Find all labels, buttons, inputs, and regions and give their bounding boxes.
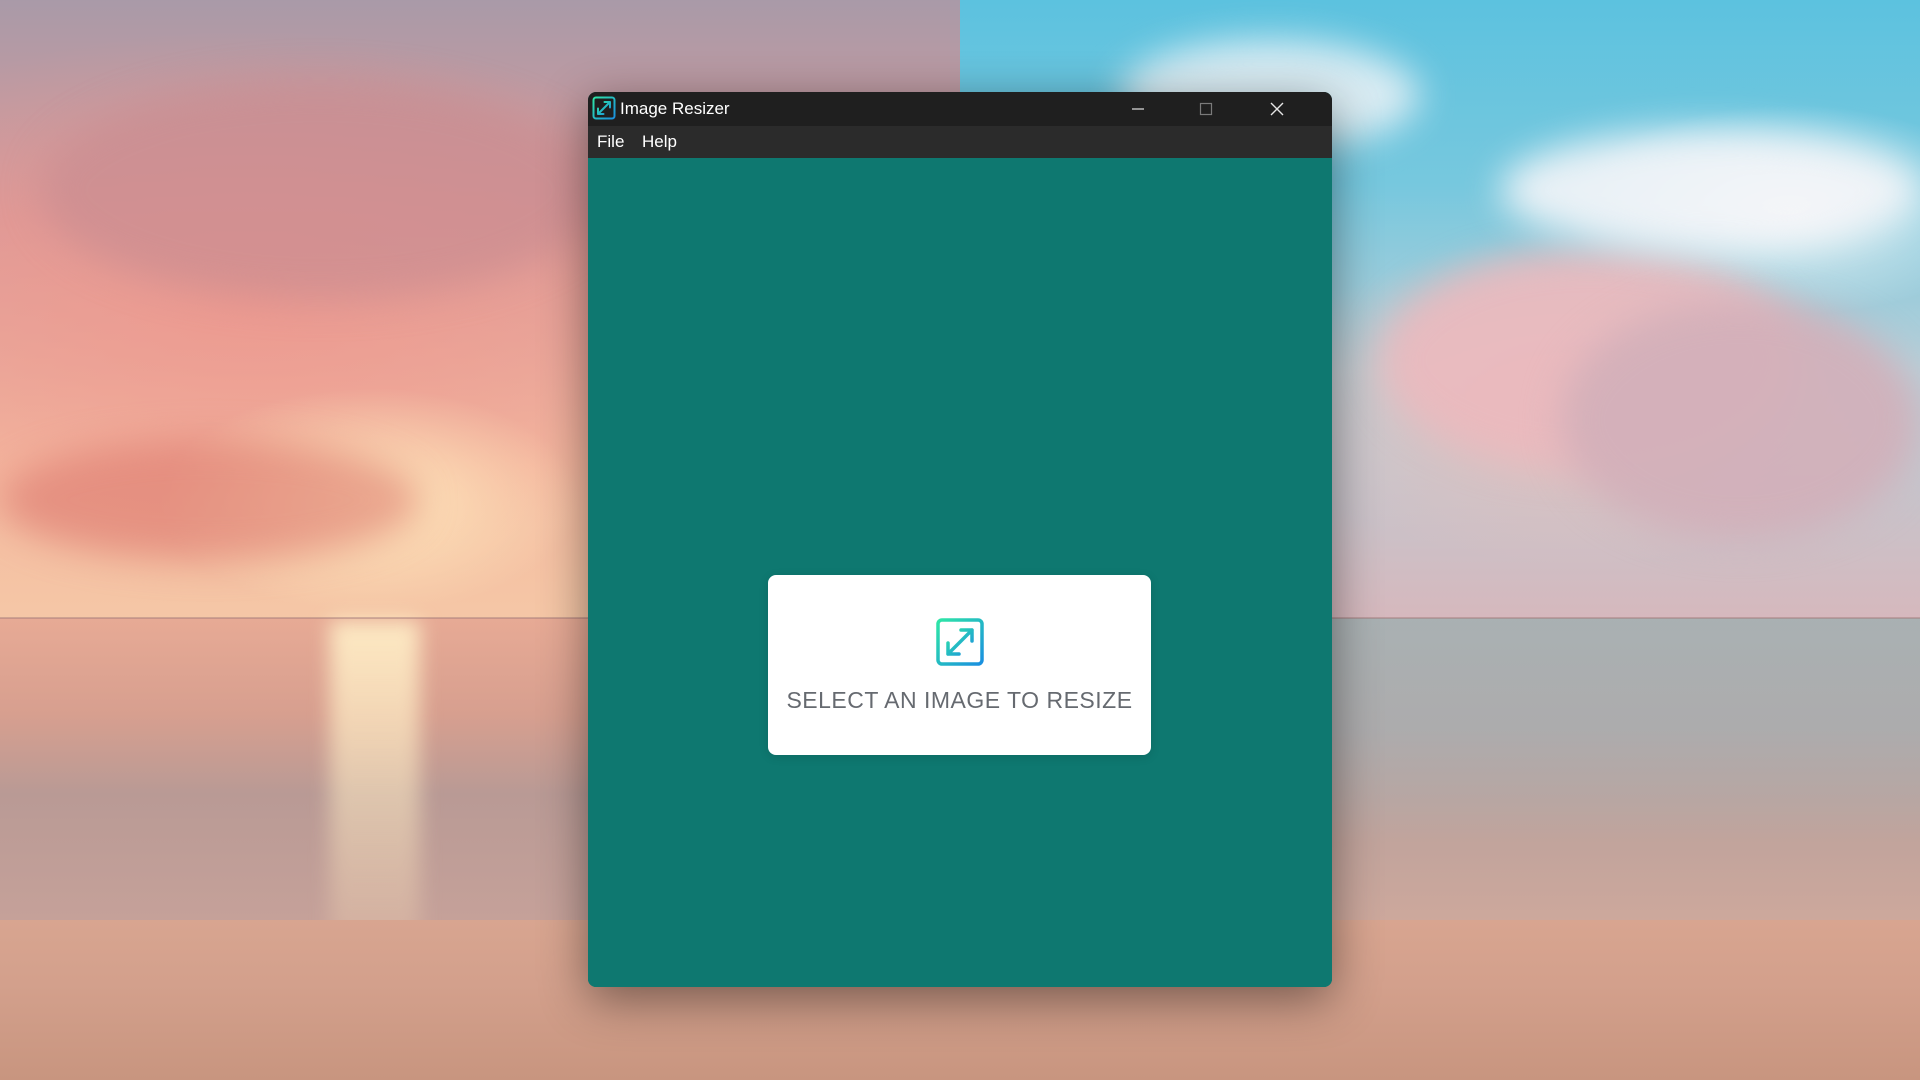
window-title: Image Resizer — [620, 99, 730, 118]
close-button[interactable] — [1243, 92, 1311, 126]
cloud — [1560, 300, 1920, 540]
resize-icon — [936, 618, 984, 666]
cloud — [40, 80, 600, 300]
menu-file[interactable]: File — [597, 126, 624, 158]
minimize-button[interactable] — [1104, 92, 1172, 126]
menu-bar: File Help — [588, 126, 1332, 158]
maximize-button[interactable] — [1172, 92, 1240, 126]
main-content: SELECT AN IMAGE TO RESIZE — [588, 158, 1332, 987]
select-image-label: SELECT AN IMAGE TO RESIZE — [786, 687, 1133, 713]
title-bar[interactable]: Image Resizer — [588, 92, 1332, 126]
minimize-icon — [1132, 108, 1144, 110]
cloud — [1500, 130, 1920, 250]
maximize-icon — [1199, 102, 1213, 116]
menu-help[interactable]: Help — [642, 126, 677, 158]
select-image-button[interactable]: SELECT AN IMAGE TO RESIZE — [768, 575, 1151, 755]
cloud — [0, 440, 420, 560]
sun-reflection — [330, 620, 420, 950]
app-window: Image Resizer File Help SELECT AN IMAGE … — [588, 92, 1332, 987]
resize-icon — [592, 96, 616, 120]
close-icon — [1270, 102, 1284, 116]
